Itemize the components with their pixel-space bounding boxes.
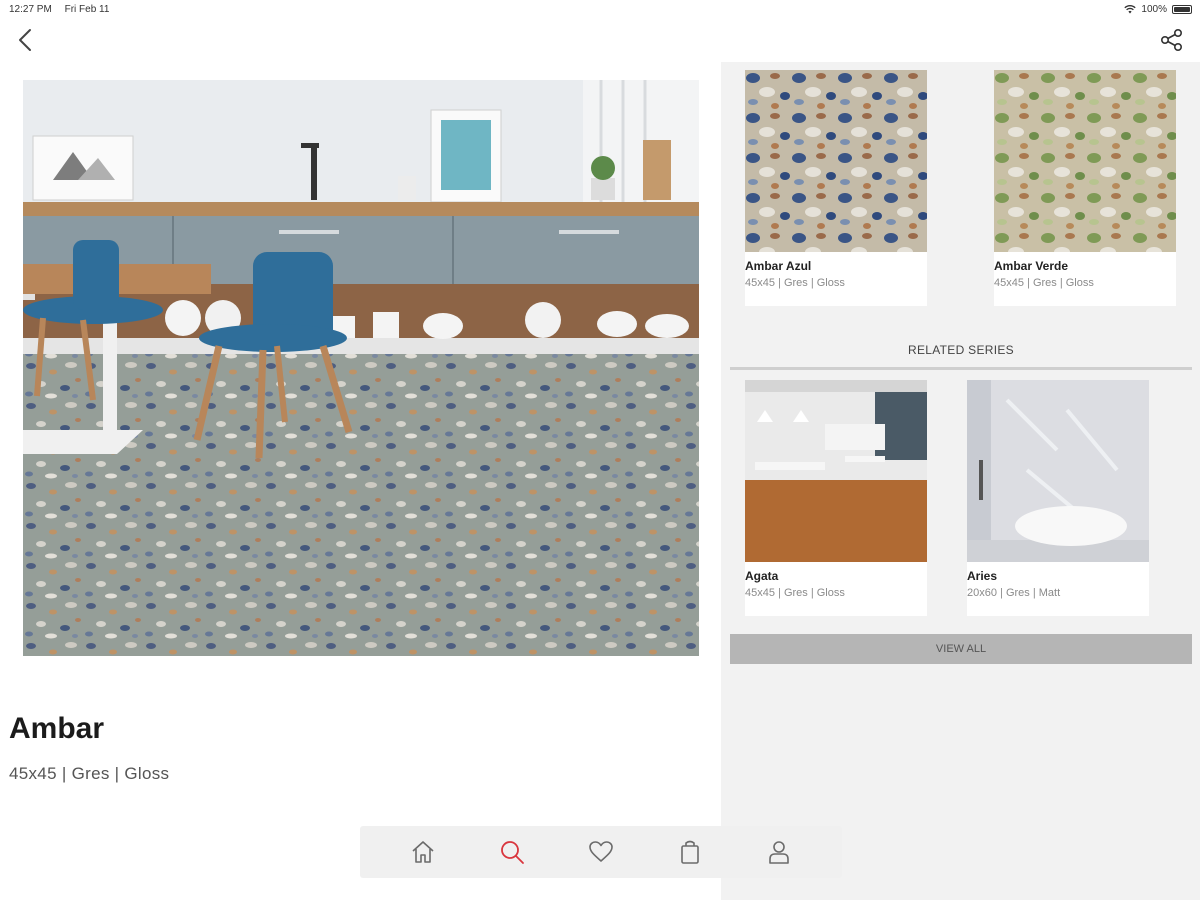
battery-percent: 100% (1141, 4, 1167, 15)
search-icon (500, 841, 524, 864)
product-specs: 45x45 | Gres | Gloss (9, 764, 170, 783)
home-icon (412, 841, 434, 863)
user-icon (769, 841, 790, 864)
status-bar: 12:27 PM Fri Feb 11 100% (0, 0, 1200, 20)
nav-home[interactable] (399, 832, 447, 872)
related-title: Aries (967, 569, 998, 583)
related-series-heading: RELATED SERIES (907, 343, 1014, 357)
related-specs: 20x60 | Gres | Matt (967, 587, 1061, 599)
status-time: 12:27 PM (9, 4, 52, 15)
variant-thumbnail (994, 70, 1176, 252)
product-title: Ambar (9, 712, 105, 745)
heart-icon (589, 841, 613, 862)
kitchen-scene-image (23, 80, 699, 656)
nav-search[interactable] (488, 832, 536, 872)
divider (730, 367, 1192, 370)
nav-cart[interactable] (666, 832, 714, 872)
related-card-agata[interactable]: Agata 45x45 | Gres | Gloss (745, 380, 927, 616)
back-button[interactable] (12, 26, 40, 54)
battery-icon (1172, 5, 1192, 14)
related-thumbnail (745, 380, 927, 562)
nav-profile[interactable] (755, 832, 803, 872)
wifi-icon (1124, 5, 1137, 14)
share-button[interactable] (1158, 26, 1186, 54)
related-specs: 45x45 | Gres | Gloss (745, 587, 845, 599)
related-thumbnail (967, 380, 1149, 562)
bottom-nav (360, 826, 842, 878)
variant-specs: 45x45 | Gres | Gloss (994, 277, 1094, 289)
variant-title: Ambar Azul (745, 259, 812, 273)
status-date: Fri Feb 11 (64, 4, 110, 15)
variant-title: Ambar Verde (994, 259, 1069, 273)
variant-card-ambar-verde[interactable]: Ambar Verde 45x45 | Gres | Gloss (994, 70, 1176, 306)
chevron-left-icon (19, 29, 31, 51)
bag-icon (681, 840, 699, 864)
variant-thumbnail (745, 70, 927, 252)
related-card-aries[interactable]: Aries 20x60 | Gres | Matt (967, 380, 1149, 616)
variant-specs: 45x45 | Gres | Gloss (745, 277, 845, 289)
view-all-button[interactable]: VIEW ALL (730, 634, 1192, 664)
share-icon (1160, 28, 1182, 51)
variant-card-ambar-azul[interactable]: Ambar Azul 45x45 | Gres | Gloss (745, 70, 927, 306)
nav-favorites[interactable] (577, 832, 625, 872)
related-title: Agata (745, 569, 779, 583)
product-hero-image[interactable] (23, 80, 699, 656)
